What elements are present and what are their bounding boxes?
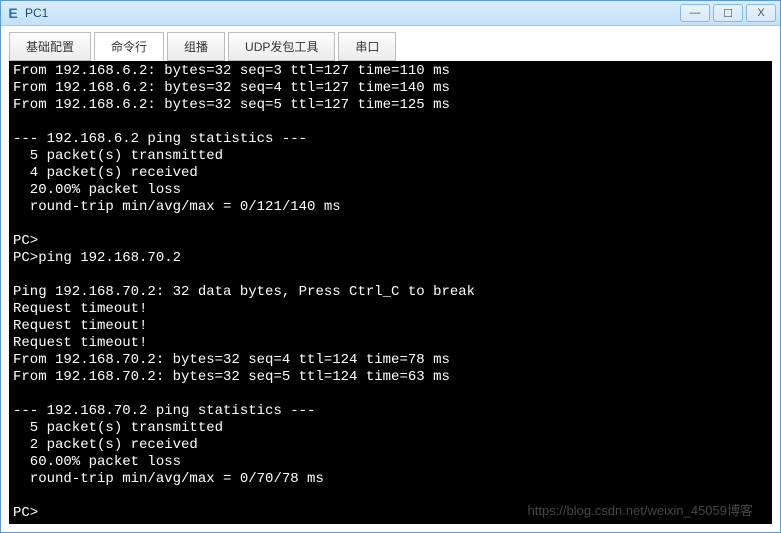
- terminal-line: --- 192.168.70.2 ping statistics ---: [13, 403, 768, 420]
- maximize-button[interactable]: ☐: [713, 4, 743, 22]
- terminal-line: 20.00% packet loss: [13, 182, 768, 199]
- terminal-line: PC>: [13, 233, 768, 250]
- terminal-line: 5 packet(s) transmitted: [13, 148, 768, 165]
- terminal-line: [13, 267, 768, 284]
- terminal-line: PC>ping 192.168.70.2: [13, 250, 768, 267]
- terminal-line: Ping 192.168.70.2: 32 data bytes, Press …: [13, 284, 768, 301]
- terminal-line: From 192.168.70.2: bytes=32 seq=4 ttl=12…: [13, 352, 768, 369]
- terminal-line: --- 192.168.6.2 ping statistics ---: [13, 131, 768, 148]
- close-button[interactable]: X: [746, 4, 776, 22]
- terminal-line: Request timeout!: [13, 301, 768, 318]
- tab-multicast[interactable]: 组播: [167, 32, 225, 61]
- terminal-line: [13, 488, 768, 505]
- tab-udp-tool[interactable]: UDP发包工具: [228, 32, 335, 61]
- terminal-line: Request timeout!: [13, 318, 768, 335]
- tab-basic-config[interactable]: 基础配置: [9, 32, 91, 61]
- terminal-line: [13, 114, 768, 131]
- window-controls: — ☐ X: [677, 4, 776, 22]
- app-window: E PC1 — ☐ X 基础配置 命令行 组播 UDP发包工具 串口 From …: [0, 0, 781, 533]
- terminal-line: 60.00% packet loss: [13, 454, 768, 471]
- terminal-line: 4 packet(s) received: [13, 165, 768, 182]
- terminal-line: Request timeout!: [13, 335, 768, 352]
- terminal-line: From 192.168.6.2: bytes=32 seq=5 ttl=127…: [13, 97, 768, 114]
- terminal-line: From 192.168.70.2: bytes=32 seq=5 ttl=12…: [13, 369, 768, 386]
- terminal-line: round-trip min/avg/max = 0/70/78 ms: [13, 471, 768, 488]
- terminal-line: 2 packet(s) received: [13, 437, 768, 454]
- window-title: PC1: [25, 6, 677, 20]
- tab-serial[interactable]: 串口: [338, 32, 396, 61]
- minimize-button[interactable]: —: [680, 4, 710, 22]
- terminal-line: [13, 216, 768, 233]
- tab-command-line[interactable]: 命令行: [94, 32, 164, 61]
- terminal-container: From 192.168.6.2: bytes=32 seq=3 ttl=127…: [1, 61, 780, 532]
- terminal-line: From 192.168.6.2: bytes=32 seq=3 ttl=127…: [13, 63, 768, 80]
- terminal-output[interactable]: From 192.168.6.2: bytes=32 seq=3 ttl=127…: [9, 61, 772, 524]
- titlebar[interactable]: E PC1 — ☐ X: [1, 1, 780, 26]
- app-icon: E: [5, 5, 21, 21]
- terminal-line: round-trip min/avg/max = 0/121/140 ms: [13, 199, 768, 216]
- terminal-line: PC>: [13, 505, 768, 522]
- tab-bar: 基础配置 命令行 组播 UDP发包工具 串口: [1, 26, 780, 61]
- terminal-line: From 192.168.6.2: bytes=32 seq=4 ttl=127…: [13, 80, 768, 97]
- terminal-line: 5 packet(s) transmitted: [13, 420, 768, 437]
- terminal-line: [13, 386, 768, 403]
